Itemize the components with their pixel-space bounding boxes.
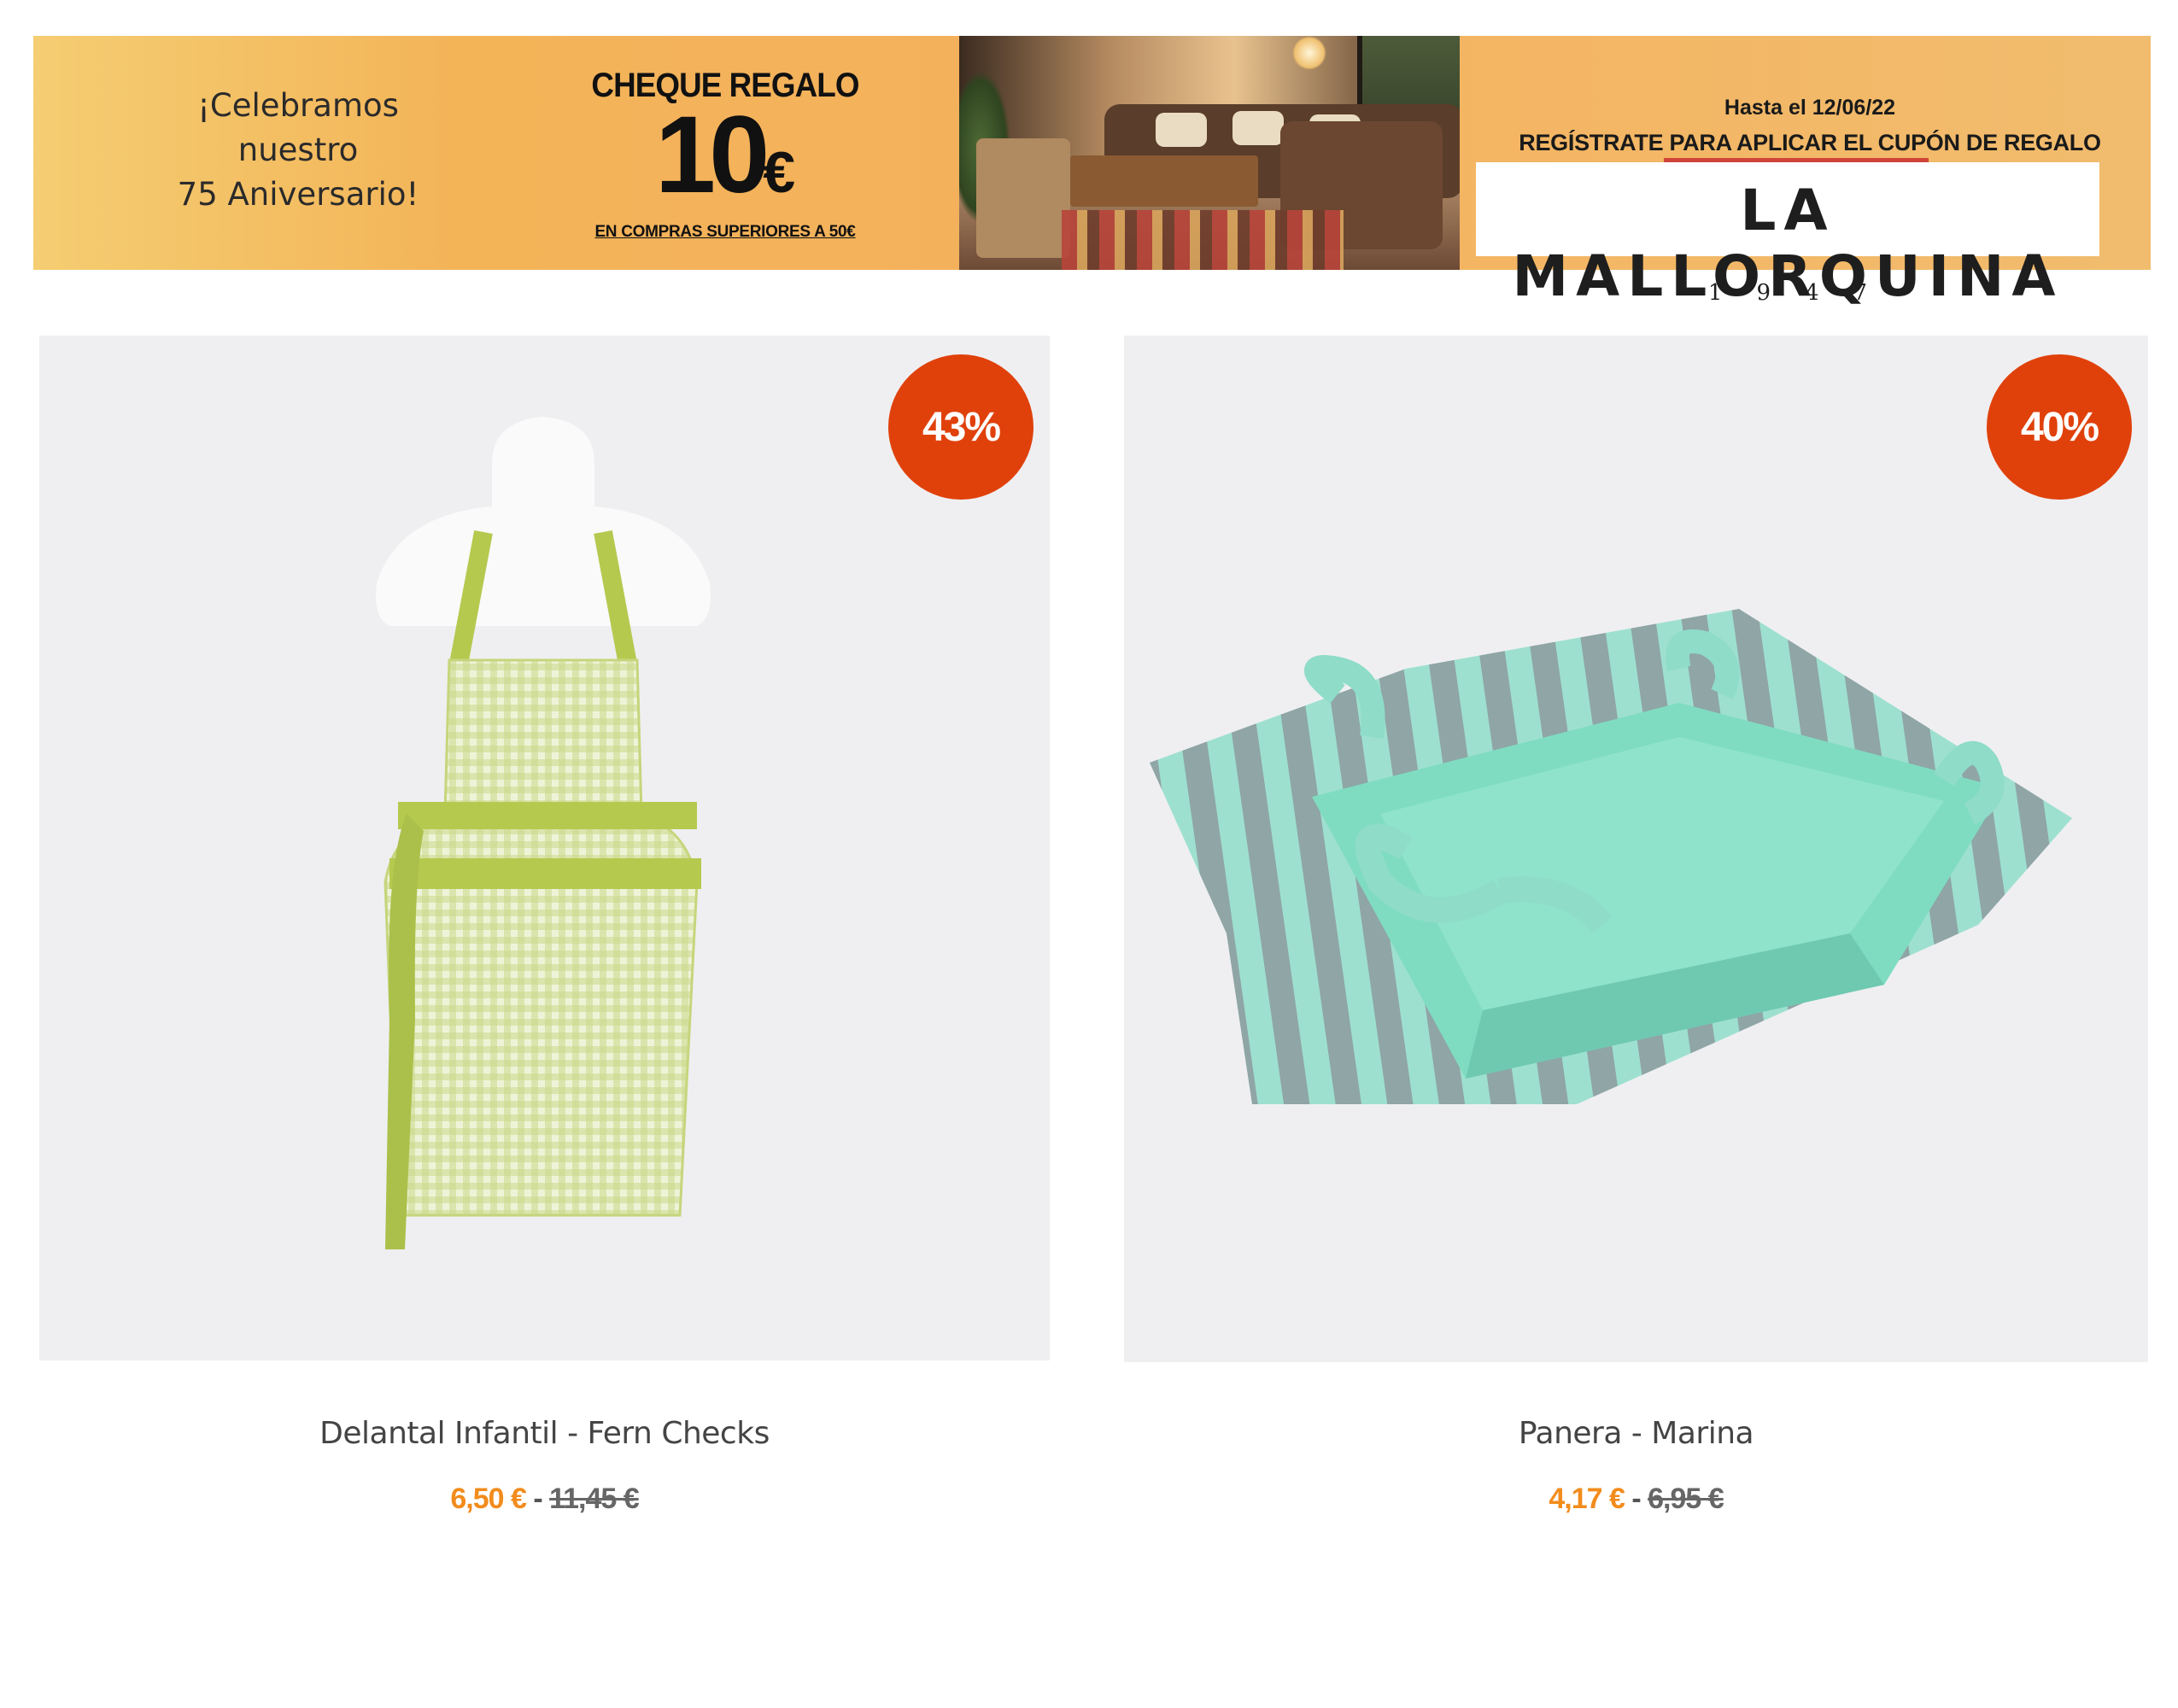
cheque-title: CHEQUE REGALO	[591, 67, 859, 104]
product-price: 4,17 € - 6,95 €	[1549, 1483, 1724, 1515]
product-image[interactable]: 43%	[39, 336, 1050, 1360]
cheque-condition: EN COMPRAS SUPERIORES A 50€	[594, 223, 856, 241]
apron-image	[376, 417, 711, 1249]
original-price: 6,95 €	[1648, 1483, 1724, 1515]
product-name[interactable]: Panera - Marina	[1124, 1416, 2148, 1451]
promo-date: Hasta el 12/06/22	[1724, 96, 1896, 120]
anniversary-text: ¡Celebramos nuestro 75 Aniversario!	[177, 87, 419, 213]
sale-price: 4,17 €	[1549, 1483, 1625, 1515]
original-price: 11,45 €	[549, 1483, 640, 1515]
product-name[interactable]: Delantal Infantil - Fern Checks	[39, 1416, 1050, 1451]
gift-cheque: CHEQUE REGALO 10€ EN COMPRAS SUPERIORES …	[563, 67, 887, 242]
product-image[interactable]: 40%	[1124, 336, 2148, 1362]
cheque-amount: 10€	[654, 94, 796, 216]
product-price: 6,50 € - 11,45 €	[450, 1483, 640, 1515]
brand-year: 1947	[1707, 280, 1902, 306]
logo-divider	[1664, 158, 1929, 162]
brand-logo[interactable]: LA MALLORQUINA	[1476, 158, 2099, 309]
register-cta[interactable]: REGÍSTRATE PARA APLICAR EL CUPÓN DE REGA…	[1485, 130, 2134, 156]
discount-badge: 40%	[1987, 354, 2132, 500]
bread-basket-image	[1150, 609, 2072, 1104]
living-room-photo	[959, 36, 1460, 270]
discount-badge: 43%	[888, 354, 1033, 500]
sale-price: 6,50 €	[450, 1483, 527, 1515]
